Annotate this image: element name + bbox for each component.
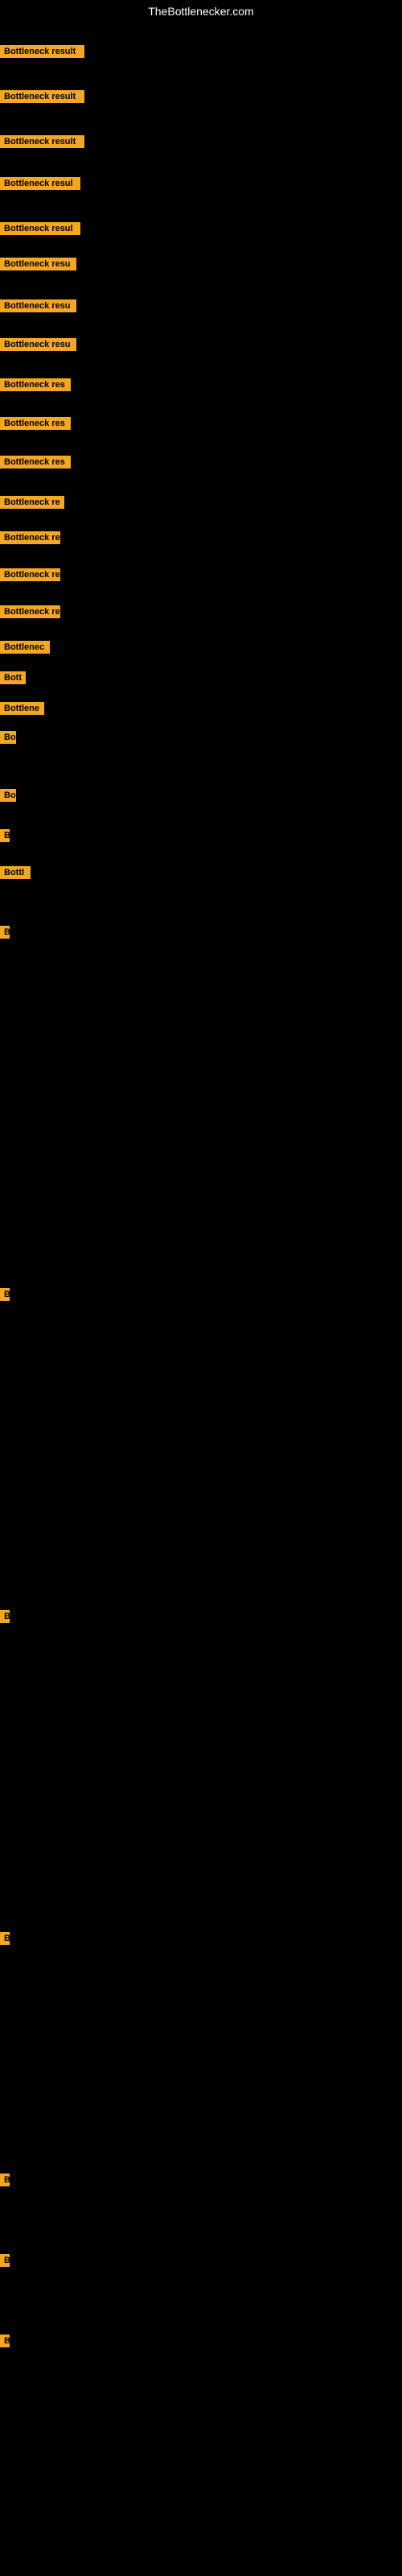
bottleneck-badge[interactable]: Bottleneck result <box>0 90 84 103</box>
bottleneck-badge[interactable]: B <box>0 2174 10 2186</box>
bottleneck-badge[interactable]: B <box>0 1932 10 1945</box>
bottleneck-badge[interactable]: Bottleneck resul <box>0 177 80 190</box>
bottleneck-badge[interactable]: Bottleneck re <box>0 496 64 509</box>
bottleneck-badge[interactable]: Bo <box>0 731 16 744</box>
bottleneck-badge[interactable]: B <box>0 1288 10 1301</box>
bottleneck-badge[interactable]: Bottleneck res <box>0 456 71 469</box>
bottleneck-badge[interactable]: Bottleneck res <box>0 417 71 430</box>
bottleneck-badge[interactable]: Bott <box>0 671 26 684</box>
bottleneck-badge[interactable]: Bottleneck result <box>0 45 84 58</box>
bottleneck-badge[interactable]: B <box>0 926 10 939</box>
bottleneck-badge[interactable]: Bottleneck resul <box>0 222 80 235</box>
bottleneck-badge[interactable]: B <box>0 829 10 842</box>
bottleneck-badge[interactable]: B <box>0 1610 10 1623</box>
bottleneck-badge[interactable]: B <box>0 2254 10 2267</box>
bottleneck-badge[interactable]: Bottleneck result <box>0 135 84 148</box>
bottleneck-badge[interactable]: Bottleneck resu <box>0 258 76 270</box>
bottleneck-badge[interactable]: Bottl <box>0 866 31 879</box>
bottleneck-badge[interactable]: Bo <box>0 789 16 802</box>
bottleneck-badge[interactable]: Bottleneck res <box>0 378 71 391</box>
bottleneck-badge[interactable]: Bottleneck resu <box>0 338 76 351</box>
bottleneck-badge[interactable]: Bottleneck re <box>0 605 60 618</box>
bottleneck-badge[interactable]: B <box>0 2334 10 2347</box>
site-title: TheBottlenecker.com <box>0 0 402 23</box>
bottleneck-badge[interactable]: Bottleneck re <box>0 531 60 544</box>
bottleneck-badge[interactable]: Bottleneck re <box>0 568 60 581</box>
bottleneck-badge[interactable]: Bottleneck resu <box>0 299 76 312</box>
bottleneck-badge[interactable]: Bottlenec <box>0 641 50 654</box>
bottleneck-badge[interactable]: Bottlene <box>0 702 44 715</box>
